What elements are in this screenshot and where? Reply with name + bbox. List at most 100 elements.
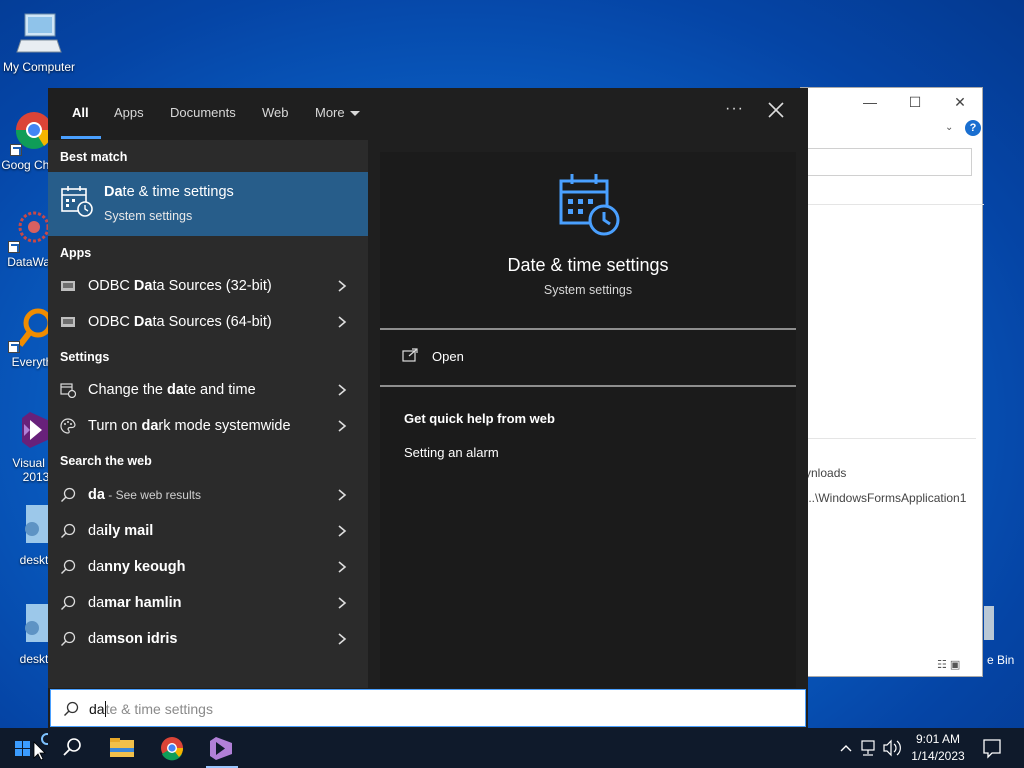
chevron-down-icon[interactable]: ⌄ xyxy=(945,122,953,133)
web-result-daily-mail[interactable]: daily mail xyxy=(48,514,368,548)
result-odbc-64[interactable]: ODBC Data Sources (64-bit) xyxy=(48,305,368,339)
best-match-item[interactable]: Date & time settings System settings xyxy=(48,172,368,236)
close-search-button[interactable] xyxy=(764,98,788,122)
taskbar-visual-studio[interactable] xyxy=(198,728,246,768)
tab-more[interactable]: More xyxy=(315,105,360,120)
taskbar-chrome[interactable] xyxy=(148,728,196,768)
web-result-da[interactable]: da - See web results xyxy=(48,478,368,512)
calendar-clock-icon xyxy=(559,174,620,236)
results-list: Best match Date & time settings System s… xyxy=(48,140,368,688)
web-result-danny-keough[interactable]: danny keough xyxy=(48,550,368,584)
file-entry[interactable]: ynloads xyxy=(805,466,846,480)
file-explorer-icon xyxy=(110,738,134,757)
chevron-up-icon[interactable] xyxy=(840,745,852,752)
window-titlebar: — ☐ ✕ xyxy=(801,88,982,116)
chevron-right-icon[interactable] xyxy=(335,560,349,574)
taskbar-search-button[interactable] xyxy=(48,728,96,768)
maximize-button[interactable]: ☐ xyxy=(904,92,926,112)
desktop-icon-my-computer[interactable]: My Computer xyxy=(1,10,77,74)
system-tray xyxy=(836,728,906,768)
search-icon xyxy=(61,559,76,574)
network-icon[interactable] xyxy=(861,740,875,756)
divider xyxy=(380,328,796,330)
section-heading-web: Search the web xyxy=(60,454,152,468)
preview-subtitle: System settings xyxy=(543,283,633,297)
search-icon xyxy=(64,701,79,716)
notifications-button[interactable] xyxy=(978,728,1008,768)
background-explorer-window[interactable]: — ☐ ✕ ⌄ ? ynloads ...\WindowsFormsApplic… xyxy=(800,87,984,677)
chevron-right-icon[interactable] xyxy=(335,383,349,397)
open-external-icon xyxy=(402,348,418,362)
web-result-damson-idris[interactable]: damson idris xyxy=(48,622,368,656)
chevron-right-icon[interactable] xyxy=(335,596,349,610)
section-heading-apps: Apps xyxy=(60,246,92,260)
caret-down-icon xyxy=(349,111,360,117)
chevron-right-icon[interactable] xyxy=(335,524,349,538)
volume-icon[interactable] xyxy=(883,739,901,757)
clock-date: 1/14/2023 xyxy=(911,749,965,763)
open-label: Open xyxy=(432,349,464,364)
preview-title: Date & time settings xyxy=(507,255,669,275)
result-change-date-time[interactable]: Change the date and time xyxy=(48,373,368,407)
chevron-right-icon[interactable] xyxy=(335,279,349,293)
palette-icon xyxy=(60,418,76,434)
shortcut-arrow-icon xyxy=(10,144,22,156)
chevron-right-icon[interactable] xyxy=(335,632,349,646)
chevron-right-icon[interactable] xyxy=(335,315,349,329)
result-dark-mode[interactable]: Turn on dark mode systemwide xyxy=(48,409,368,443)
tab-all[interactable]: All xyxy=(72,105,89,120)
search-icon xyxy=(61,595,76,610)
more-options-button[interactable]: ··· xyxy=(725,100,744,118)
recycle-bin-icon xyxy=(984,606,994,640)
minimize-button[interactable]: — xyxy=(859,92,881,112)
divider xyxy=(801,204,984,205)
windows-logo-icon xyxy=(15,733,53,761)
view-toggle-icons[interactable]: ☷ ▣ xyxy=(937,658,960,671)
close-icon xyxy=(768,102,784,118)
search-input[interactable]: date & time settings xyxy=(50,689,806,727)
odbc-icon xyxy=(61,317,75,327)
divider xyxy=(380,385,796,387)
best-match-subtitle: System settings xyxy=(104,209,193,223)
web-help-heading: Get quick help from web xyxy=(404,411,555,426)
web-result-damar-hamlin[interactable]: damar hamlin xyxy=(48,586,368,620)
file-entry[interactable]: ...\WindowsFormsApplication1 xyxy=(805,491,966,505)
search-typed-text: da xyxy=(89,701,105,717)
chevron-right-icon[interactable] xyxy=(335,419,349,433)
preview-pane: Date & time settings System settings Ope… xyxy=(380,152,796,688)
clock-time: 9:01 AM xyxy=(915,732,961,746)
search-suggestion-text: te & time settings xyxy=(105,701,213,717)
search-box[interactable] xyxy=(801,148,972,176)
best-match-title: Date & time settings xyxy=(104,184,234,200)
tab-web[interactable]: Web xyxy=(262,105,289,120)
search-icon xyxy=(61,487,76,502)
taskbar-clock[interactable]: 9:01 AM 1/14/2023 xyxy=(906,731,970,765)
calendar-clock-icon xyxy=(60,383,76,398)
chevron-right-icon[interactable] xyxy=(335,488,349,502)
chrome-icon xyxy=(161,737,184,761)
web-help-link[interactable]: Setting an alarm xyxy=(404,445,499,460)
taskbar-file-explorer[interactable] xyxy=(98,728,146,768)
calendar-clock-icon xyxy=(61,186,93,217)
desktop-icon-label: My Computer xyxy=(2,60,76,74)
taskbar: 9:01 AM 1/14/2023 xyxy=(0,728,1024,768)
section-heading-best-match: Best match xyxy=(60,150,128,164)
divider xyxy=(801,438,976,439)
shortcut-arrow-icon xyxy=(8,241,20,253)
open-action[interactable]: Open xyxy=(402,346,582,370)
tab-apps[interactable]: Apps xyxy=(114,105,144,120)
search-panel: All Apps Documents Web More ··· Best mat… xyxy=(48,88,808,728)
search-tabs: All Apps Documents Web More ··· xyxy=(48,88,808,140)
desktop-icon-recycle-bin[interactable]: e Bin xyxy=(984,606,1024,668)
shortcut-arrow-icon xyxy=(8,341,20,353)
tab-more-label: More xyxy=(315,105,345,120)
tab-documents[interactable]: Documents xyxy=(170,105,236,120)
help-icon[interactable]: ? xyxy=(965,120,981,136)
computer-icon xyxy=(15,10,63,58)
desktop-icon-label: e Bin xyxy=(987,653,1015,667)
result-odbc-32[interactable]: ODBC Data Sources (32-bit) xyxy=(48,269,368,303)
start-button[interactable] xyxy=(0,728,53,768)
section-heading-settings: Settings xyxy=(60,350,110,364)
close-window-button[interactable]: ✕ xyxy=(949,92,971,112)
search-icon xyxy=(61,631,76,646)
